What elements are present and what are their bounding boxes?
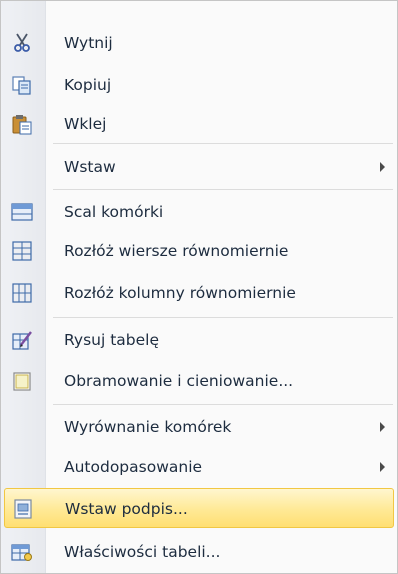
menu-item-draw-table[interactable]: Rysuj tabelę <box>1 319 397 361</box>
menu-item-label: Wstaw <box>64 158 116 176</box>
menu-item-label: Rysuj tabelę <box>64 331 160 349</box>
menu-item-distribute-columns[interactable]: Rozłóż kolumny równomiernie <box>1 272 397 314</box>
distribute-rows-icon <box>11 240 33 262</box>
separator <box>53 189 393 190</box>
borders-shading-icon <box>11 370 33 392</box>
menu-item-insert[interactable]: Wstaw <box>1 146 397 188</box>
menu-item-label: Wklej <box>64 115 107 133</box>
insert-caption-icon <box>12 498 34 520</box>
menu-item-label: Scal komórki <box>64 203 164 221</box>
submenu-arrow-icon <box>380 162 385 172</box>
menu-item-label: Obramowanie i cieniowanie... <box>64 372 294 390</box>
menu-item-table-properties[interactable]: Właściwości tabeli... <box>1 531 397 573</box>
distribute-columns-icon <box>11 282 33 304</box>
menu-item-paste[interactable]: Wklej <box>1 103 397 145</box>
menu-item-label: Kopiuj <box>64 76 112 94</box>
submenu-arrow-icon <box>380 462 385 472</box>
menu-item-cell-alignment[interactable]: Wyrównanie komórek <box>1 406 397 448</box>
context-menu: Wytnij Kopiuj Wklej Wstaw Scal komórki R… <box>0 0 398 574</box>
menu-item-insert-caption[interactable]: Wstaw podpis... <box>4 488 394 528</box>
menu-item-borders-shading[interactable]: Obramowanie i cieniowanie... <box>1 360 397 402</box>
menu-item-label: Wstaw podpis... <box>65 500 188 518</box>
separator <box>53 317 393 318</box>
menu-item-label: Rozłóż wiersze równomiernie <box>64 242 289 260</box>
draw-table-icon <box>11 329 33 351</box>
menu-item-cut[interactable]: Wytnij <box>1 22 397 64</box>
paste-icon <box>11 113 33 135</box>
merge-cells-icon <box>11 201 33 223</box>
scissors-icon <box>11 32 33 54</box>
copy-icon <box>11 74 33 96</box>
separator <box>53 404 393 405</box>
menu-item-label: Rozłóż kolumny równomiernie <box>64 284 296 302</box>
menu-item-copy[interactable]: Kopiuj <box>1 64 397 106</box>
menu-item-distribute-rows[interactable]: Rozłóż wiersze równomiernie <box>1 230 397 272</box>
submenu-arrow-icon <box>380 422 385 432</box>
menu-item-label: Wytnij <box>64 34 113 52</box>
separator <box>53 143 393 144</box>
menu-item-merge-cells[interactable]: Scal komórki <box>1 191 397 233</box>
menu-item-label: Wyrównanie komórek <box>64 418 232 436</box>
menu-item-label: Właściwości tabeli... <box>64 543 221 561</box>
menu-item-autofit[interactable]: Autodopasowanie <box>1 446 397 488</box>
table-properties-icon <box>11 541 33 563</box>
menu-item-label: Autodopasowanie <box>64 458 203 476</box>
